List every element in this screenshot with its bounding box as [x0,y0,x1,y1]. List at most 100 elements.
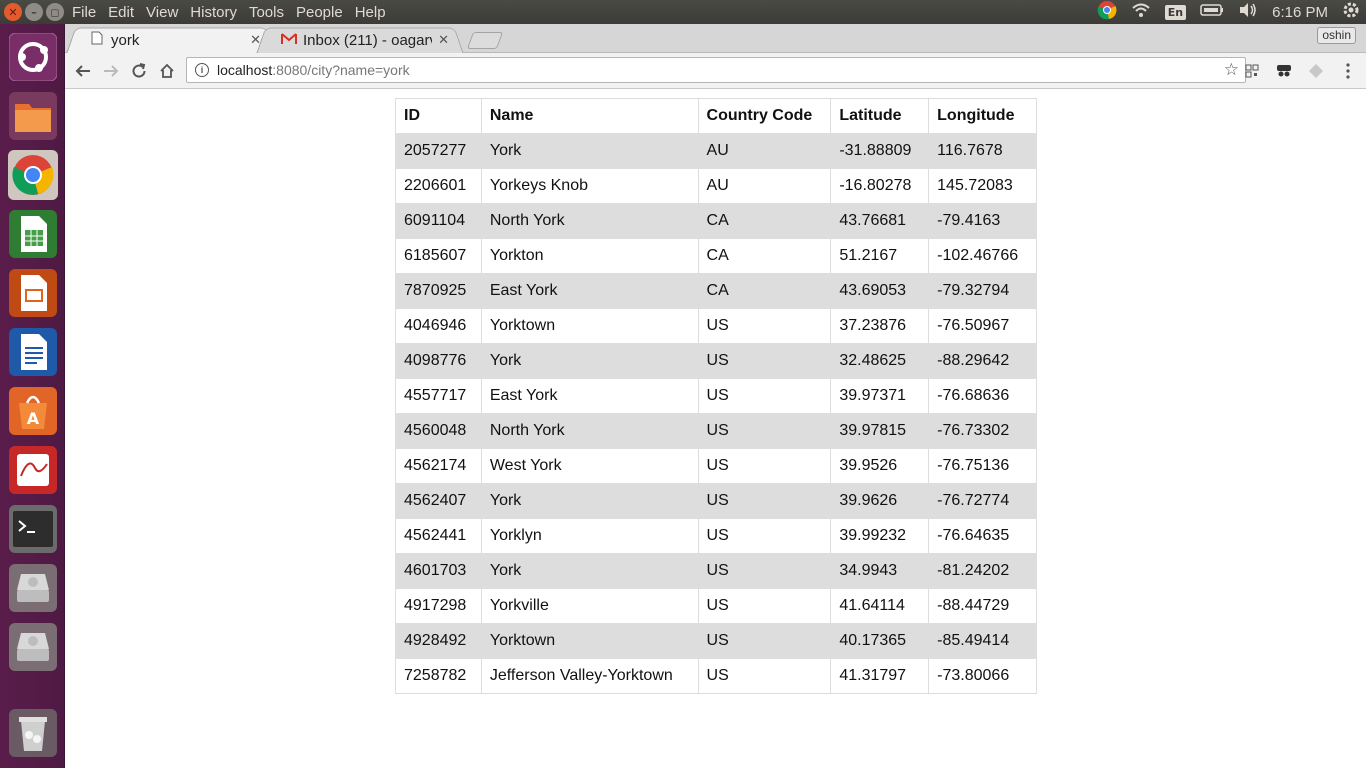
cell-longitude: -88.29642 [928,343,1037,379]
libreoffice-writer-icon[interactable] [7,326,58,377]
menu-history[interactable]: History [188,4,244,21]
address-bar[interactable]: i localhost :8080/city?name=york ☆ [186,57,1246,83]
cell-country-code: US [697,413,832,449]
page-content: ID Name Country Code Latitude Longitude … [65,89,1366,768]
cell-id: 4560048 [395,413,482,449]
back-button[interactable] [70,58,96,84]
table-row: 4560048 North York US 39.97815 -76.73302 [395,413,1037,449]
menu-help[interactable]: Help [353,4,393,21]
incognito-extension-icon[interactable] [1275,62,1293,80]
cell-country-code: US [697,448,832,484]
document-viewer-icon[interactable] [7,444,58,495]
table-row: 4917298 Yorkville US 41.64114 -88.44729 [395,588,1037,624]
libreoffice-calc-icon[interactable] [7,208,58,259]
tab-close-icon[interactable]: ✕ [438,32,449,48]
home-icon [160,63,174,78]
wifi-icon[interactable] [1131,2,1151,22]
column-header-longitude: Longitude [928,98,1037,134]
cell-longitude: -85.49414 [928,623,1037,659]
cell-id: 4562441 [395,518,482,554]
menu-file[interactable]: File [70,4,103,21]
files-icon[interactable] [7,90,58,141]
volume-icon[interactable] [1238,2,1258,22]
libreoffice-impress-icon[interactable] [7,267,58,318]
software-center-icon[interactable]: A [7,385,58,436]
cell-longitude: 145.72083 [928,168,1037,204]
city-table: ID Name Country Code Latitude Longitude … [395,98,1037,694]
tab-title: york [111,31,140,49]
drive-icon[interactable] [7,562,58,613]
menu-view[interactable]: View [144,4,185,21]
keyboard-language-indicator[interactable]: En [1164,4,1187,20]
cell-longitude: -76.75136 [928,448,1037,484]
cell-name: North York [480,203,699,239]
cell-name: York [480,343,699,379]
cell-latitude: 32.48625 [830,343,930,379]
puzzle-extension-icon[interactable] [1307,62,1325,80]
chrome-tray-icon[interactable] [1097,0,1117,24]
tab-york[interactable]: york ✕ [66,27,276,54]
cell-latitude: 39.97371 [830,378,930,414]
new-tab-button[interactable] [466,32,504,49]
cell-longitude: 116.7678 [928,133,1037,169]
url-path: :8080/city?name=york [272,62,410,78]
cell-country-code: CA [697,203,832,239]
cell-latitude: 39.99232 [830,518,930,554]
trash-icon[interactable] [7,707,58,758]
forward-button[interactable] [98,58,124,84]
menu-edit[interactable]: Edit [106,4,141,21]
clock[interactable]: 6:16 PM [1272,4,1328,21]
cell-longitude: -76.64635 [928,518,1037,554]
cell-latitude: 43.69053 [830,273,930,309]
system-settings-gear-icon[interactable] [1342,1,1360,23]
unity-launcher: A [0,24,65,768]
window-minimize-button[interactable]: – [25,3,43,21]
tab-inbox[interactable]: Inbox (211) - oagarv ✕ [256,27,464,54]
table-row: 4098776 York US 32.48625 -88.29642 [395,343,1037,379]
reload-button[interactable] [126,58,152,84]
table-row: 6185607 Yorkton CA 51.2167 -102.46766 [395,238,1037,274]
cell-country-code: US [697,378,832,414]
cell-id: 4098776 [395,343,482,379]
profile-badge[interactable]: oshin [1317,27,1356,44]
cell-name: East York [480,378,699,414]
home-button[interactable] [154,58,180,84]
column-header-name: Name [480,98,699,134]
cell-id: 4928492 [395,623,482,659]
menu-tools[interactable]: Tools [247,4,291,21]
top-panel: ✕ – ◻ File Edit View History Tools Peopl… [0,0,1366,24]
window-maximize-button[interactable]: ◻ [46,3,64,21]
bookmark-star-icon[interactable]: ☆ [1224,60,1239,80]
table-row: 4557717 East York US 39.97371 -76.68636 [395,378,1037,414]
drive-icon[interactable] [7,621,58,672]
cell-country-code: US [697,483,832,519]
cell-latitude: 40.17365 [830,623,930,659]
cell-longitude: -81.24202 [928,553,1037,589]
cell-name: Yorktown [480,308,699,344]
window-close-button[interactable]: ✕ [4,3,22,21]
table-row: 2057277 York AU -31.88809 116.7678 [395,133,1037,169]
battery-icon[interactable] [1200,3,1224,21]
qr-code-extension-icon[interactable] [1243,62,1261,80]
url-host: localhost [217,62,273,78]
cell-id: 4601703 [395,553,482,589]
cell-longitude: -79.4163 [928,203,1037,239]
info-icon[interactable]: i [195,63,209,77]
system-tray: En 6:16 PM [1083,0,1366,24]
table-row: 7258782 Jefferson Valley-Yorktown US 41.317… [395,658,1037,694]
terminal-icon[interactable] [7,503,58,554]
cell-latitude: -31.88809 [830,133,930,169]
browser-window: york ✕ Inbox (211) - oagarv ✕ oshin i lo… [65,24,1366,768]
tab-title: Inbox (211) - oagarv [303,31,433,49]
cell-country-code: AU [697,133,832,169]
cell-name: Yorklyn [480,518,699,554]
chrome-icon[interactable] [7,149,58,200]
ubuntu-dash-icon[interactable] [7,31,58,82]
table-row: 4562441 Yorklyn US 39.99232 -76.64635 [395,518,1037,554]
cell-country-code: AU [697,168,832,204]
column-header-country-code: Country Code [697,98,832,134]
menu-people[interactable]: People [294,4,350,21]
menu-kebab-icon[interactable] [1339,62,1357,80]
cell-name: York [480,553,699,589]
cell-id: 2057277 [395,133,482,169]
